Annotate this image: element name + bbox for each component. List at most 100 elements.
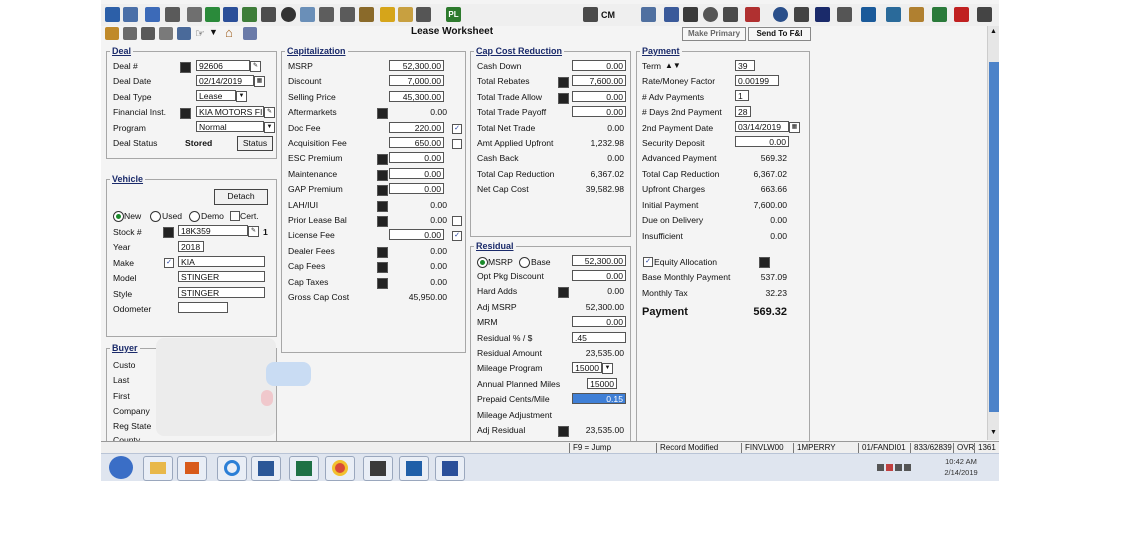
vertical-scrollbar[interactable]: ▲ ▼ [987,26,999,440]
adv-payments-field[interactable]: 1 [735,90,749,101]
globe-icon[interactable] [703,7,718,22]
calendar-icon[interactable] [300,7,315,22]
detach-button[interactable]: Detach [214,189,268,205]
on-icon[interactable] [773,7,788,22]
document-icon[interactable] [105,7,120,22]
lock-icon[interactable] [380,7,395,22]
make-primary-button[interactable]: Make Primary [682,27,746,41]
2nd-payment-date-field[interactable]: 03/14/2019 [735,121,789,132]
car-icon[interactable] [123,27,137,40]
list-icon[interactable] [187,7,202,22]
make-field[interactable]: KIA [178,256,265,267]
media-player-icon[interactable] [177,456,207,481]
used-radio[interactable] [150,211,161,222]
print-icon[interactable] [261,7,276,22]
keyboard-icon[interactable] [159,27,173,40]
residual-row-field[interactable]: 0.15 [572,393,626,405]
settings-icon[interactable] [977,7,992,22]
calculator-small-icon[interactable] [177,27,191,40]
refresh-icon[interactable] [205,7,220,22]
residual-lookup-icon[interactable] [558,287,569,299]
style-field[interactable]: STINGER [178,287,265,298]
equity-allocation-checkbox[interactable]: ✓ [643,257,653,267]
security-deposit-field[interactable]: 0.00 [735,136,789,147]
rate-field[interactable]: 0.00199 [735,75,779,86]
search-icon[interactable] [165,7,180,22]
cap-cost-reduction-lookup-icon[interactable] [558,92,569,104]
tray-icons[interactable] [877,463,917,473]
cap-cost-reduction-row-field[interactable]: 7,600.00 [572,75,626,87]
financial-inst-field[interactable]: KIA MOTORS FI [196,106,264,117]
calendar-picker-icon[interactable]: ▦ [789,122,800,133]
capitalization-row-field[interactable]: 52,300.00 [389,60,444,71]
term-field[interactable]: 39 [735,60,755,71]
residual-msrp-field[interactable]: 52,300.00 [572,255,626,266]
chevron-down-icon[interactable]: ▼ [236,91,247,102]
deal-lookup-icon[interactable] [180,62,191,73]
scroll-down-icon[interactable]: ▼ [990,429,997,436]
chart-icon[interactable] [861,7,876,22]
deal-type-select[interactable]: Lease [196,90,236,101]
stock-lookup-icon[interactable] [163,227,174,238]
pl-button[interactable]: PL [446,7,461,22]
capitalization-lookup-icon[interactable] [377,216,388,227]
lender-lookup-icon[interactable] [180,108,191,119]
new-radio[interactable] [113,211,124,222]
window-icon[interactable] [886,7,901,22]
deal-date-field[interactable]: 02/14/2019 [196,75,254,86]
stock-search-icon[interactable]: ✎ [248,226,259,237]
clipboard-icon[interactable] [583,7,598,22]
truck-icon[interactable] [141,27,155,40]
clock-date[interactable]: 2/14/2019 [931,468,991,477]
capitalization-row-field[interactable]: 220.00 [389,121,444,133]
copy-icon[interactable] [145,7,160,22]
capitalization-row-field[interactable]: 0.00 [389,229,444,241]
capitalization-row-checkbox[interactable]: ✓ [452,123,462,134]
internet-explorer-icon[interactable] [217,456,247,481]
make-checkbox[interactable]: ✓ [164,258,174,268]
chevron-down-icon[interactable]: ▼ [602,363,613,375]
excel-icon[interactable] [289,456,319,481]
capitalization-row-field[interactable]: 0.00 [389,167,444,179]
monitor-icon[interactable] [641,7,656,22]
capitalization-lookup-icon[interactable] [377,169,388,181]
play-icon[interactable] [815,7,830,22]
calendar-picker-icon[interactable]: ▦ [254,76,265,87]
word-icon[interactable] [251,456,281,481]
residual-row-field[interactable]: 15000 [572,362,602,374]
deal-number-field[interactable]: 92606 [196,60,250,71]
calculator-icon[interactable] [340,7,355,22]
cap-cost-reduction-row-field[interactable]: 0.00 [572,60,626,71]
exit-icon[interactable] [932,7,947,22]
folder-open-icon[interactable] [105,27,119,40]
capitalization-lookup-icon[interactable] [377,154,388,166]
alert-icon[interactable] [745,7,760,22]
chrome-icon[interactable] [325,456,355,481]
status-button[interactable]: Status [237,136,273,151]
capitalization-lookup-icon[interactable] [377,108,388,120]
demo-radio[interactable] [189,211,200,222]
residual-row-field[interactable]: 0.00 [572,316,626,328]
users-icon[interactable] [359,7,374,22]
capitalization-row-field[interactable]: 0.00 [389,152,444,164]
capitalization-lookup-icon[interactable] [377,185,388,197]
program-select[interactable]: Normal [196,121,264,132]
model-field[interactable]: STINGER [178,271,265,282]
folder-icon[interactable] [909,7,924,22]
key-icon[interactable] [398,7,413,22]
start-icon[interactable] [109,456,133,479]
days-2nd-payment-field[interactable]: 28 [735,106,751,117]
equity-lookup-icon[interactable] [759,257,770,268]
cap-cost-reduction-row-field[interactable]: 0.00 [572,106,626,118]
year-field[interactable]: 2018 [178,241,204,252]
compass-icon[interactable] [794,7,809,22]
home-icon[interactable]: ⌂ [225,25,233,40]
cap-cost-reduction-row-field[interactable]: 0.00 [572,90,626,102]
capitalization-row-field[interactable]: 0.00 [389,183,444,195]
capitalization-row-checkbox[interactable] [452,216,462,226]
capitalization-row-field[interactable]: 650.00 [389,137,444,148]
outlook-icon[interactable] [399,456,429,481]
capitalization-lookup-icon[interactable] [377,200,388,212]
scroll-up-icon[interactable]: ▲ [990,28,997,35]
capitalization-lookup-icon[interactable] [377,277,388,289]
